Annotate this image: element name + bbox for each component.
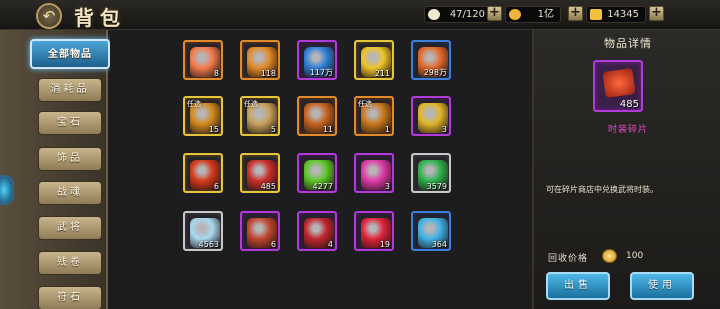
item-detail-panel: 物品详情 485 时装碎片 可在碎片商店中兑换武将时装。 回收价格 100 出售…	[532, 30, 720, 309]
item-quantity: 3579	[426, 182, 447, 191]
tab-generals[interactable]: 武将	[38, 216, 102, 240]
item-quantity: 211	[374, 69, 390, 78]
item-slot[interactable]: 3	[411, 96, 451, 136]
item-slot[interactable]: 4563	[183, 211, 223, 251]
choose-tag: 任选	[187, 100, 201, 108]
item-slot[interactable]: 3	[354, 153, 394, 193]
item-slot[interactable]: 211	[354, 40, 394, 80]
item-quantity: 117万	[309, 68, 333, 77]
add-coins-button[interactable]: +	[568, 6, 583, 21]
item-quantity: 364	[431, 240, 447, 249]
coin-counter: 1亿	[505, 6, 561, 23]
item-quantity: 4	[327, 240, 333, 249]
add-ingots-button[interactable]: +	[649, 6, 664, 21]
ingot-counter: 14345	[586, 6, 646, 23]
tab-rune-stones[interactable]: 符石	[38, 286, 102, 309]
item-quantity: 6	[213, 182, 219, 191]
gold-coin-icon	[602, 249, 617, 263]
item-slot[interactable]: 3579	[411, 153, 451, 193]
item-quantity: 19	[379, 240, 390, 249]
add-stamina-button[interactable]: +	[487, 6, 502, 21]
item-quantity: 15	[208, 125, 219, 134]
tab-consumables[interactable]: 消耗品	[38, 78, 102, 102]
item-slot[interactable]: 8	[183, 40, 223, 80]
sell-button[interactable]: 出售	[546, 272, 610, 300]
stamina-counter: 47/120	[424, 6, 492, 23]
inventory-grid: 8 118 117万 211 298万 任选 15 任选 5 11 任选 1 3 6 485 4277 3 357…	[110, 30, 532, 309]
item-slot[interactable]: 117万	[297, 40, 337, 80]
item-slot[interactable]: 118	[240, 40, 280, 80]
item-quantity: 1	[384, 125, 390, 134]
tab-fragments[interactable]: 残卷	[38, 251, 102, 275]
item-quantity: 4563	[198, 240, 219, 249]
detail-title: 物品详情	[604, 37, 652, 50]
item-slot[interactable]: 任选 1	[354, 96, 394, 136]
gold-coin-icon	[509, 9, 521, 20]
item-slot[interactable]: 4277	[297, 153, 337, 193]
tab-all-items[interactable]: 全部物品	[30, 39, 110, 69]
choose-tag: 任选	[244, 100, 258, 108]
item-quantity: 3	[441, 125, 447, 134]
top-bar: ↶ 背包 47/120 + 1亿 + 14345 +	[0, 0, 720, 30]
choose-tag: 任选	[358, 100, 372, 108]
item-slot[interactable]: 6	[240, 211, 280, 251]
category-sidebar: 全部物品 消耗品 宝石 饰品 战魂 武将 残卷 符石	[0, 30, 110, 309]
item-quantity: 3	[384, 182, 390, 191]
back-button[interactable]: ↶	[36, 3, 62, 29]
item-slot[interactable]: 11	[297, 96, 337, 136]
costume-fragment-icon	[602, 68, 636, 98]
recycle-price-label: 回收价格	[548, 254, 589, 264]
item-quantity: 5	[270, 125, 276, 134]
item-slot[interactable]: 任选 5	[240, 96, 280, 136]
selected-item-qty: 485	[619, 99, 639, 110]
item-slot[interactable]: 6	[183, 153, 223, 193]
item-slot[interactable]: 4	[297, 211, 337, 251]
tab-gems[interactable]: 宝石	[38, 111, 102, 135]
item-quantity: 298万	[423, 68, 447, 77]
item-slot[interactable]: 364	[411, 211, 451, 251]
item-slot[interactable]: 任选 15	[183, 96, 223, 136]
gold-ingot-icon	[590, 9, 602, 20]
item-slot[interactable]: 485	[240, 153, 280, 193]
item-quantity: 11	[322, 125, 333, 134]
side-orb-icon[interactable]	[0, 175, 14, 205]
item-quantity: 6	[270, 240, 276, 249]
back-arrow-icon: ↶	[42, 7, 56, 25]
selected-item-name: 时装碎片	[607, 125, 648, 135]
recycle-price-value: 100	[626, 251, 644, 261]
item-slot[interactable]: 298万	[411, 40, 451, 80]
item-slot[interactable]: 19	[354, 211, 394, 251]
item-quantity: 4277	[312, 182, 333, 191]
tab-war-souls[interactable]: 战魂	[38, 181, 102, 205]
item-quantity: 118	[260, 69, 276, 78]
item-quantity: 485	[260, 182, 276, 191]
tab-accessories[interactable]: 饰品	[38, 147, 102, 171]
selected-item-slot: 485	[593, 60, 643, 112]
use-button[interactable]: 使用	[630, 272, 694, 300]
page-title: 背包	[74, 6, 126, 30]
rice-bun-icon	[428, 9, 440, 20]
item-quantity: 8	[213, 69, 219, 78]
selected-item-description: 可在碎片商店中兑换武将时装。	[546, 185, 658, 194]
